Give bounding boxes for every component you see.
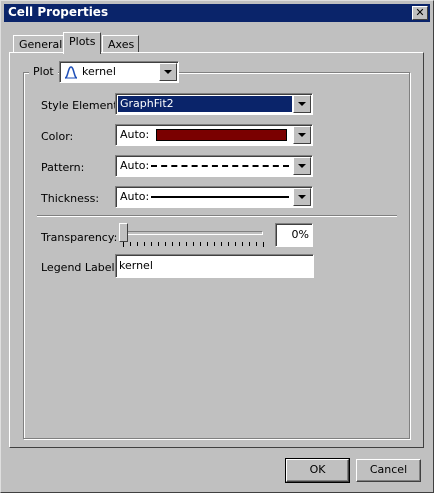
color-dropdown-button[interactable] xyxy=(293,126,311,144)
transparency-value-field[interactable]: 0% xyxy=(275,223,313,247)
legend-label-label: Legend Label: xyxy=(41,261,119,274)
cell-properties-dialog: Cell Properties ✕ General Plots Axes Plo… xyxy=(0,0,434,493)
pattern-select[interactable]: Auto: xyxy=(115,155,313,177)
plot-select-value: kernel xyxy=(82,65,116,78)
window-title: Cell Properties xyxy=(8,5,109,19)
color-swatch xyxy=(156,129,287,141)
slider-thumb[interactable] xyxy=(119,223,128,242)
transparency-label: Transparency: xyxy=(41,231,118,244)
cancel-button[interactable]: Cancel xyxy=(356,459,421,482)
ok-button[interactable]: OK xyxy=(285,458,350,483)
close-button[interactable]: ✕ xyxy=(412,6,428,20)
thickness-value: Auto: xyxy=(120,190,150,203)
plot-select-dropdown-button[interactable] xyxy=(159,63,177,81)
transparency-slider[interactable] xyxy=(119,222,269,250)
title-bar: Cell Properties ✕ xyxy=(4,4,430,22)
plot-select[interactable]: kernel xyxy=(59,61,179,83)
thickness-dropdown-button[interactable] xyxy=(293,188,311,206)
color-label: Color: xyxy=(41,130,74,143)
separator xyxy=(37,215,397,217)
color-select[interactable]: Auto: xyxy=(115,124,313,146)
kernel-density-icon xyxy=(64,66,78,79)
slider-ticks xyxy=(123,242,264,247)
style-element-value: GraphFit2 xyxy=(120,97,174,110)
pattern-dropdown-button[interactable] xyxy=(293,157,311,175)
pattern-label: Pattern: xyxy=(41,161,85,174)
color-value: Auto: xyxy=(120,128,150,141)
tab-plots[interactable]: Plots xyxy=(63,32,101,54)
style-element-label: Style Element: xyxy=(41,99,122,112)
dashed-line-sample xyxy=(151,165,289,167)
style-element-dropdown-button[interactable] xyxy=(293,95,311,113)
plot-label: Plot xyxy=(33,65,54,78)
style-element-select[interactable]: GraphFit2 xyxy=(115,93,313,115)
thickness-label: Thickness: xyxy=(41,192,100,205)
plot-group-legend: Plot xyxy=(29,65,58,79)
legend-label-input[interactable]: kernel xyxy=(115,254,314,278)
slider-track xyxy=(123,231,263,235)
solid-line-sample xyxy=(151,196,289,198)
pattern-value: Auto: xyxy=(120,159,150,172)
thickness-select[interactable]: Auto: xyxy=(115,186,313,208)
close-icon: ✕ xyxy=(415,6,425,19)
